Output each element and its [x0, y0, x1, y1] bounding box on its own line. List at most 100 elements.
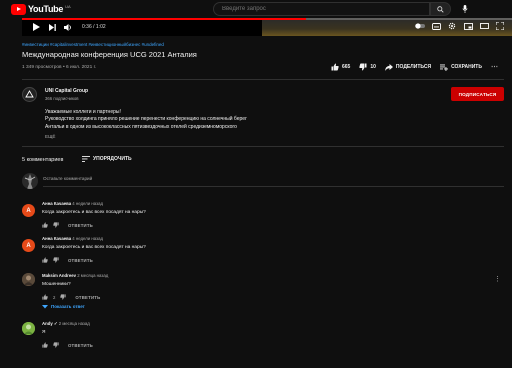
next-button[interactable] [48, 22, 57, 32]
theater-icon [479, 23, 489, 29]
share-button[interactable]: ПОДЕЛИТЬСЯ [384, 63, 432, 71]
dislike-button[interactable]: 10 [359, 63, 376, 71]
thumbs-down-icon[interactable] [60, 294, 67, 300]
subtitles-button[interactable] [431, 21, 441, 31]
progress-fill [22, 18, 307, 20]
comment-like-count: 2 [53, 294, 56, 300]
microphone-icon [462, 5, 468, 13]
reply-button[interactable]: ОТВЕТИТЬ [68, 343, 93, 348]
comment-menu-button[interactable]: ⋮ [494, 275, 501, 283]
video-description: Уважаемые коллеги и партнеры! Руководств… [45, 109, 305, 131]
comment-actions: ОТВЕТИТЬ [42, 342, 93, 348]
comment-time[interactable]: 4 недели назад [72, 201, 103, 206]
description-line: Антальи в одном из высококлассных пятизв… [45, 123, 237, 130]
divider [22, 146, 504, 147]
comment-author[interactable]: Анна Качаева [42, 201, 71, 206]
thumbs-up-icon[interactable] [42, 222, 48, 228]
miniplayer-button[interactable] [463, 21, 473, 31]
thumbs-up-icon[interactable] [42, 257, 48, 263]
comment-time[interactable]: 2 месяца назад [77, 273, 108, 278]
autoplay-icon [415, 23, 425, 29]
comment-time[interactable]: 2 месяца назад [59, 321, 90, 326]
comment-header: Andy ✓ 2 месяца назад [42, 321, 90, 327]
voice-search-button[interactable] [458, 2, 472, 16]
video-meta: 1 349 просмотров • 6 июл. 2021 г. [22, 65, 97, 70]
autoplay-toggle[interactable] [415, 21, 425, 31]
user-avatar-icon [22, 173, 38, 189]
sort-button[interactable]: УПОРЯДОЧИТЬ [82, 156, 132, 162]
comment-header: Анна Качаева 4 недели назад [42, 201, 103, 206]
play-icon [33, 23, 40, 31]
save-button[interactable]: СОХРАНИТЬ [440, 64, 482, 71]
comment-text: Когда закроетесь и вас всех посадят на н… [42, 210, 146, 215]
comment-avatar[interactable] [22, 273, 35, 286]
settings-button[interactable] [447, 21, 457, 31]
comment-actions: ОТВЕТИТЬ [42, 257, 93, 263]
comment-avatar[interactable]: A [22, 239, 35, 252]
volume-icon [64, 23, 71, 31]
add-to-playlist-icon [440, 64, 449, 71]
my-avatar [22, 173, 38, 189]
show-replies-label: Показать ответ [51, 304, 85, 309]
save-label: СОХРАНИТЬ [451, 64, 482, 70]
comment-avatar[interactable]: A [22, 204, 35, 217]
search-box[interactable] [213, 2, 430, 16]
description-line: Руководство холдинга приняло решение пер… [45, 116, 247, 123]
thumbs-down-icon[interactable] [53, 222, 59, 228]
volume-button[interactable] [63, 22, 73, 32]
add-comment-input[interactable]: Оставьте комментарий [43, 176, 92, 181]
subscriber-count: 366 подписчиков [45, 96, 79, 101]
show-more-button[interactable]: ЕЩЁ [45, 134, 55, 139]
youtube-logo-icon [11, 3, 26, 15]
thumbs-down-icon[interactable] [53, 257, 59, 263]
comment-author[interactable]: Andy ✓ [42, 321, 58, 326]
channel-logo-icon [25, 90, 34, 98]
divider [22, 79, 504, 80]
comment-input-underline [43, 186, 504, 187]
theater-button[interactable] [479, 21, 489, 31]
thumbs-down-icon [359, 63, 367, 71]
comment-actions: 2 ОТВЕТИТЬ [42, 294, 100, 300]
thumbs-up-icon[interactable] [42, 342, 48, 348]
sort-label: УПОРЯДОЧИТЬ [93, 156, 132, 162]
reply-button[interactable]: ОТВЕТИТЬ [75, 295, 100, 300]
search-input[interactable] [222, 6, 429, 12]
comment-text: Когда закроетесь и вас всех посадят на н… [42, 245, 146, 250]
reply-button[interactable]: ОТВЕТИТЬ [68, 223, 93, 228]
video-title: Международная конференция UCG 2021 Антал… [22, 50, 197, 59]
user-photo-icon [22, 273, 35, 286]
comment-avatar[interactable] [22, 322, 35, 335]
comment-actions: ОТВЕТИТЬ [42, 222, 93, 228]
channel-avatar[interactable] [22, 87, 37, 102]
region-code: UA [65, 3, 71, 9]
youtube-logo[interactable]: YouTube UA [11, 3, 71, 15]
comment-author[interactable]: Maksim Andreev [42, 273, 76, 278]
subtitles-icon [431, 22, 441, 30]
fullscreen-button[interactable] [495, 21, 505, 31]
reply-button[interactable]: ОТВЕТИТЬ [68, 258, 93, 263]
share-label: ПОДЕЛИТЬСЯ [395, 64, 432, 70]
more-actions-button[interactable]: ⋯ [491, 63, 498, 71]
progress-bar[interactable] [22, 18, 512, 20]
comment-header: Maksim Andreev 2 месяца назад [42, 273, 108, 278]
logo-text: YouTube [28, 4, 64, 14]
thumbs-up-icon [331, 63, 339, 71]
show-replies-button[interactable]: Показать ответ [42, 304, 85, 309]
dislike-count: 10 [370, 64, 376, 70]
subscribe-button[interactable]: ПОДПИСАТЬСЯ [451, 87, 504, 101]
comment-time[interactable]: 4 недели назад [72, 236, 103, 241]
comment-text: Я [42, 330, 46, 335]
thumbs-down-icon[interactable] [53, 342, 59, 348]
channel-name[interactable]: UNI Capital Group [45, 88, 88, 94]
next-icon [49, 23, 56, 31]
like-count: 665 [342, 64, 351, 70]
like-button[interactable]: 665 [331, 63, 350, 71]
play-button[interactable] [32, 22, 41, 32]
hashtags[interactable]: #инвестиции #capitalinvestment #инвестиц… [22, 42, 164, 47]
player-right-controls [415, 21, 505, 31]
thumbs-up-icon[interactable] [42, 294, 48, 300]
search-button[interactable] [430, 2, 451, 16]
comment-author[interactable]: Анна Качаева [42, 236, 71, 241]
comment-header: Анна Качаева 4 недели назад [42, 236, 103, 241]
comments-count: 5 комментариев [22, 157, 64, 163]
